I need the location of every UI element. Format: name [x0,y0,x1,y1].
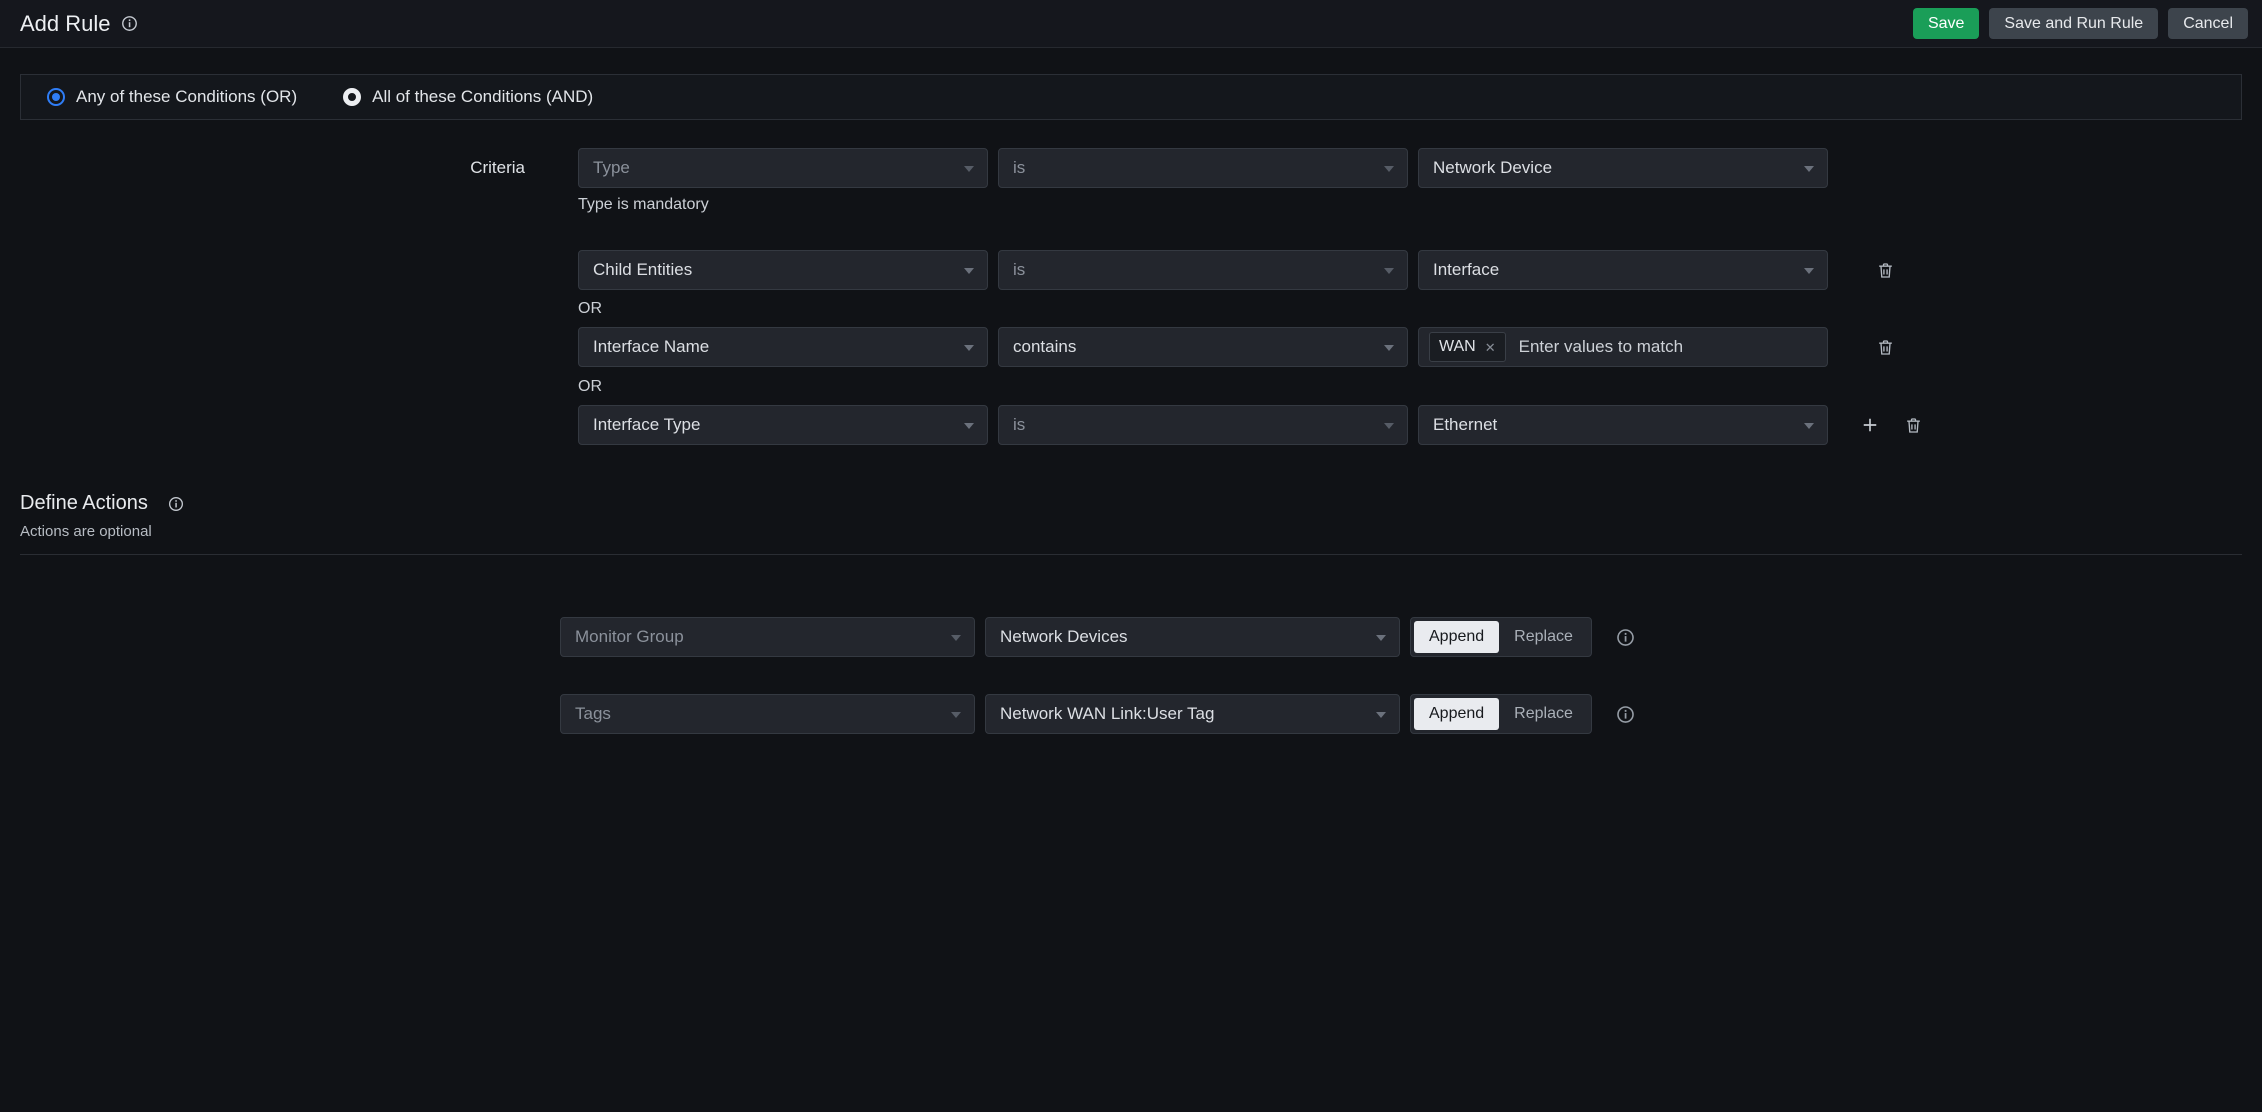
criteria-row-type: Type is Network Device [578,148,2262,188]
action-value-text: Network Devices [1000,627,1128,647]
operator-select-child-entities[interactable]: is [998,250,1408,290]
condition-match-bar: Any of these Conditions (OR) All of thes… [20,74,2242,120]
radio-any-conditions-or[interactable]: Any of these Conditions (OR) [47,87,297,107]
field-select-value: Interface Type [593,415,700,435]
chevron-down-icon [1804,268,1814,274]
action-value-text: Network WAN Link:User Tag [1000,704,1214,724]
value-select-type[interactable]: Network Device [1418,148,1828,188]
field-select-value: Type [593,158,630,178]
action-type-value: Monitor Group [575,627,684,647]
field-select-child-entities[interactable]: Child Entities [578,250,988,290]
divider [20,554,2242,555]
operator-select-value: is [1013,260,1025,280]
replace-option[interactable]: Replace [1499,621,1588,653]
chevron-down-icon [964,345,974,351]
value-select-interface-type[interactable]: Ethernet [1418,405,1828,445]
field-select-interface-type[interactable]: Interface Type [578,405,988,445]
criteria-row-interface-type: Interface Type is Ethernet [578,405,2262,445]
type-mandatory-note: Type is mandatory [578,196,2262,216]
cancel-button[interactable]: Cancel [2168,8,2248,39]
value-input-placeholder: Enter values to match [1519,337,1683,357]
chevron-down-icon [1384,166,1394,172]
operator-select-interface-name[interactable]: contains [998,327,1408,367]
info-icon[interactable] [121,15,138,32]
chevron-down-icon [1384,423,1394,429]
criteria-section: Criteria Type is Network Device Type is … [0,148,2262,445]
action-type-select-tags[interactable]: Tags [560,694,975,734]
radio-all-label: All of these Conditions (AND) [372,87,593,107]
header-actions: Save Save and Run Rule Cancel [1913,8,2248,39]
chevron-down-icon [1804,423,1814,429]
operator-select-value: is [1013,158,1025,178]
append-option[interactable]: Append [1414,621,1499,653]
operator-select-type[interactable]: is [998,148,1408,188]
field-select-value: Child Entities [593,260,692,280]
action-value-select-monitor-group[interactable]: Network Devices [985,617,1400,657]
action-row-tags: Tags Network WAN Link:User Tag Append Re… [560,694,2242,734]
or-connector: OR [578,300,2262,320]
define-actions-title: Define Actions [20,492,148,515]
radio-any-label: Any of these Conditions (OR) [76,87,297,107]
info-icon[interactable] [1616,705,1635,724]
chevron-down-icon [1376,712,1386,718]
value-tag-text: WAN [1439,338,1476,356]
radio-selected-icon[interactable] [47,88,65,106]
value-select-child-entities[interactable]: Interface [1418,250,1828,290]
value-select-value: Ethernet [1433,415,1497,435]
chevron-down-icon [1384,268,1394,274]
chevron-down-icon [964,166,974,172]
action-type-select-monitor-group[interactable]: Monitor Group [560,617,975,657]
value-tag-chip: WAN [1429,332,1506,362]
append-replace-toggle: Append Replace [1410,694,1592,734]
field-select-interface-name[interactable]: Interface Name [578,327,988,367]
value-tags-input[interactable]: WAN Enter values to match [1418,327,1828,367]
chevron-down-icon [1376,635,1386,641]
chevron-down-icon [964,268,974,274]
action-type-value: Tags [575,704,611,724]
field-select-value: Interface Name [593,337,709,357]
action-rows: Monitor Group Network Devices Append Rep… [20,617,2242,734]
chevron-down-icon [964,423,974,429]
criteria-row-interface-name: Interface Name contains WAN Enter values… [578,327,2262,367]
delete-row-icon[interactable] [1876,261,1895,280]
chevron-down-icon [951,712,961,718]
info-icon[interactable] [168,496,184,512]
radio-all-conditions-and[interactable]: All of these Conditions (AND) [343,87,593,107]
replace-option[interactable]: Replace [1499,698,1588,730]
info-icon[interactable] [1616,628,1635,647]
operator-select-interface-type[interactable]: is [998,405,1408,445]
value-select-value: Interface [1433,260,1499,280]
radio-unselected-icon[interactable] [343,88,361,106]
action-row-monitor-group: Monitor Group Network Devices Append Rep… [560,617,2242,657]
add-rule-page: Add Rule Save Save and Run Rule Cancel A… [0,0,2262,1112]
criteria-row-child-entities: Child Entities is Interface [578,250,2262,290]
append-replace-toggle: Append Replace [1410,617,1592,657]
define-actions-section: Define Actions Actions are optional Moni… [0,492,2262,734]
actions-optional-note: Actions are optional [20,523,2242,540]
operator-select-value: contains [1013,337,1076,357]
header-bar: Add Rule Save Save and Run Rule Cancel [0,0,2262,48]
save-button[interactable]: Save [1913,8,1979,39]
chevron-down-icon [1384,345,1394,351]
delete-row-icon[interactable] [1904,416,1923,435]
append-option[interactable]: Append [1414,698,1499,730]
operator-select-value: is [1013,415,1025,435]
remove-tag-icon[interactable] [1485,341,1496,354]
save-and-run-button[interactable]: Save and Run Rule [1989,8,2158,39]
chevron-down-icon [1804,166,1814,172]
value-select-value: Network Device [1433,158,1552,178]
or-connector: OR [578,378,2262,398]
add-row-icon[interactable] [1860,415,1880,435]
page-title: Add Rule [20,11,111,37]
field-select-type[interactable]: Type [578,148,988,188]
criteria-label: Criteria [0,158,525,178]
chevron-down-icon [951,635,961,641]
action-value-select-tags[interactable]: Network WAN Link:User Tag [985,694,1400,734]
delete-row-icon[interactable] [1876,338,1895,357]
